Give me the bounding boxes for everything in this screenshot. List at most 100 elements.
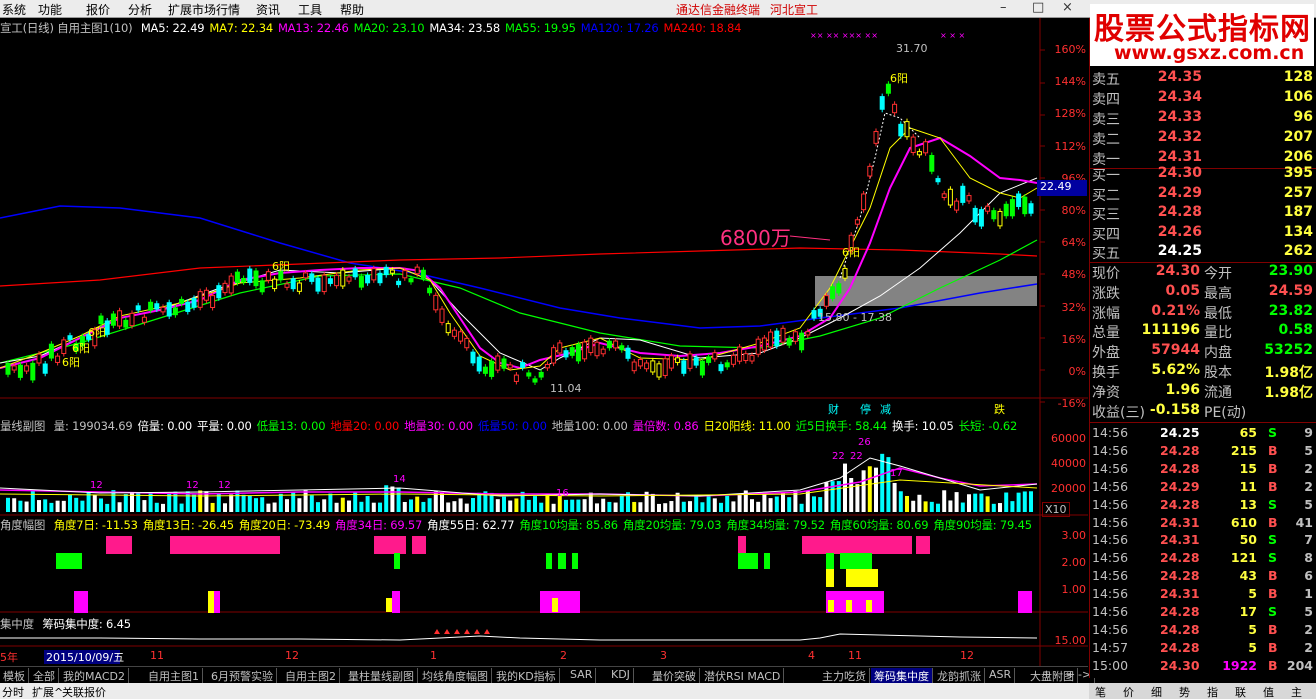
buy-level-row[interactable]: 买三 24.28 187 bbox=[1090, 203, 1316, 223]
volume-indicator: 量倍数: 0.86 bbox=[632, 419, 699, 433]
bottom-tab-related-quote[interactable]: 关联报价 bbox=[62, 684, 106, 699]
candle bbox=[160, 306, 166, 313]
candle bbox=[706, 356, 712, 363]
tick-side: B bbox=[1268, 657, 1278, 673]
indicator-tab[interactable]: KDJ bbox=[608, 668, 634, 683]
right-tab[interactable]: 细 bbox=[1151, 684, 1162, 699]
sell-level-row[interactable]: 卖四 24.34 106 bbox=[1090, 88, 1316, 108]
sell-level-row[interactable]: 卖三 24.33 96 bbox=[1090, 108, 1316, 128]
bottom-tab-extend[interactable]: 扩展^ bbox=[32, 684, 63, 699]
sell-level-row[interactable]: 卖二 24.32 207 bbox=[1090, 128, 1316, 148]
candle bbox=[272, 278, 278, 290]
tab-control[interactable]: - bbox=[1078, 668, 1082, 681]
volume-bar bbox=[638, 502, 643, 512]
tick-row[interactable]: 14:56 24.28 17 S 5 bbox=[1090, 603, 1316, 621]
right-tab[interactable]: 主 bbox=[1291, 684, 1302, 699]
right-tab[interactable]: 价 bbox=[1123, 684, 1134, 699]
candle bbox=[346, 276, 352, 282]
right-tab[interactable]: 联 bbox=[1235, 684, 1246, 699]
tick-row[interactable]: 14:56 24.28 5 B 2 bbox=[1090, 621, 1316, 639]
menu-info[interactable]: 资讯 bbox=[256, 1, 280, 18]
angle-bar bbox=[558, 553, 566, 569]
volume-bar bbox=[167, 493, 172, 512]
right-tab[interactable]: 指 bbox=[1207, 684, 1218, 699]
tick-row[interactable]: 14:56 24.31 610 B 41 bbox=[1090, 514, 1316, 532]
event-tag[interactable]: 停 bbox=[860, 401, 871, 417]
stat-value: 1.98亿 bbox=[1264, 384, 1313, 401]
candle bbox=[17, 364, 23, 378]
volume-bar bbox=[719, 502, 723, 512]
candle bbox=[916, 151, 922, 156]
indicator-tab[interactable]: 筹码集中度 bbox=[871, 668, 933, 683]
tick-row[interactable]: 14:56 24.28 15 B 2 bbox=[1090, 460, 1316, 478]
event-tag[interactable]: 减 bbox=[880, 401, 891, 417]
buy-level-row[interactable]: 买四 24.26 134 bbox=[1090, 223, 1316, 243]
indicator-tab[interactable]: SAR bbox=[567, 668, 597, 683]
volume-bar bbox=[595, 503, 599, 512]
tab-control[interactable]: + bbox=[1042, 668, 1051, 681]
volume-bar bbox=[49, 502, 54, 512]
tab-control[interactable]: + bbox=[1066, 668, 1075, 681]
menu-tools[interactable]: 工具 bbox=[298, 1, 322, 18]
indicator-tab[interactable]: 均线角度幅图 bbox=[419, 668, 492, 683]
chart-area[interactable]: ×× ×× ××× ×× × × × 宣工(日线) 自用主图1(10) MA5:… bbox=[0, 18, 1088, 678]
tick-row[interactable]: 14:56 24.31 5 B 1 bbox=[1090, 585, 1316, 603]
menu-help[interactable]: 帮助 bbox=[340, 1, 364, 18]
tick-row[interactable]: 14:57 24.28 5 B 2 bbox=[1090, 639, 1316, 657]
indicator-tab[interactable]: 我的MACD2 bbox=[60, 668, 129, 683]
menu-extended-market[interactable]: 扩展市场行情 bbox=[168, 1, 240, 18]
menu-analysis[interactable]: 分析 bbox=[128, 1, 152, 18]
tick-volume: 13 bbox=[1239, 496, 1257, 512]
indicator-tab[interactable]: 6月预警实验 bbox=[208, 668, 277, 683]
indicator-tab[interactable]: 量价突破 bbox=[649, 668, 700, 683]
candle bbox=[377, 272, 383, 284]
level-label: 买二 bbox=[1092, 187, 1120, 204]
indicator-tab[interactable]: 潜伏RSI MACD bbox=[701, 668, 785, 683]
tick-row[interactable]: 14:56 24.28 43 B 6 bbox=[1090, 567, 1316, 585]
tick-row[interactable]: 15:00 24.30 1922 B 204 bbox=[1090, 657, 1316, 675]
event-tag[interactable]: 跌 bbox=[994, 401, 1005, 417]
minimize-icon[interactable]: – bbox=[1000, 0, 1007, 15]
indicator-tab[interactable]: 主力吃货 bbox=[819, 668, 870, 683]
tab-control[interactable]: - bbox=[1054, 668, 1058, 681]
menu-function[interactable]: 功能 bbox=[38, 1, 62, 18]
buy-level-row[interactable]: 买五 24.25 262 bbox=[1090, 242, 1316, 262]
tick-price: 24.29 bbox=[1160, 478, 1200, 494]
tick-side: S bbox=[1268, 425, 1278, 440]
indicator-tab[interactable]: 我的KD指标 bbox=[493, 668, 560, 683]
right-tab[interactable]: 笔 bbox=[1095, 684, 1106, 699]
event-tag[interactable]: 财 bbox=[828, 401, 839, 417]
volume-bar bbox=[390, 486, 395, 512]
indicator-tab[interactable]: 全部 bbox=[30, 668, 59, 683]
close-icon[interactable]: × bbox=[1062, 0, 1073, 15]
tick-row[interactable]: 14:56 24.25 65 S 9 bbox=[1090, 424, 1316, 442]
candle bbox=[1022, 196, 1028, 215]
sell-level-row[interactable]: 卖五 24.35 128 bbox=[1090, 68, 1316, 88]
tick-row[interactable]: 14:56 24.28 121 S 8 bbox=[1090, 549, 1316, 567]
buy-level-row[interactable]: 买二 24.29 257 bbox=[1090, 184, 1316, 204]
volume-bar bbox=[415, 496, 420, 512]
indicator-tab[interactable]: 龙韵抓涨 bbox=[934, 668, 985, 683]
tick-row[interactable]: 14:56 24.29 11 B 2 bbox=[1090, 478, 1316, 496]
candle bbox=[606, 340, 612, 349]
right-tab[interactable]: 值 bbox=[1263, 684, 1274, 699]
angle-bar bbox=[552, 598, 558, 612]
indicator-tab[interactable]: 量柱量线副图 bbox=[345, 668, 418, 683]
tick-row[interactable]: 14:56 24.28 215 B 5 bbox=[1090, 442, 1316, 460]
tick-row[interactable]: 14:56 24.28 13 S 5 bbox=[1090, 496, 1316, 514]
tick-row[interactable]: 14:56 24.31 50 S 7 bbox=[1090, 531, 1316, 549]
bottom-tab-timeshare[interactable]: 分时 bbox=[2, 684, 24, 699]
indicator-tab[interactable]: 自用主图2 bbox=[282, 668, 340, 683]
volume-bar bbox=[526, 499, 531, 512]
indicator-tab[interactable]: ASR bbox=[986, 668, 1016, 683]
right-tab[interactable]: 势 bbox=[1179, 684, 1190, 699]
menu-system[interactable]: 系统 bbox=[2, 1, 26, 18]
candle bbox=[625, 347, 631, 359]
indicator-tab[interactable]: 模板 bbox=[0, 668, 29, 683]
indicator-tab[interactable]: 自用主图1 bbox=[145, 668, 203, 683]
candle bbox=[501, 358, 507, 369]
menu-quote[interactable]: 报价 bbox=[86, 1, 110, 18]
date-axis-month: 4 bbox=[808, 649, 815, 662]
buy-level-row[interactable]: 买一 24.30 395 bbox=[1090, 164, 1316, 184]
maximize-icon[interactable]: □ bbox=[1032, 0, 1044, 15]
